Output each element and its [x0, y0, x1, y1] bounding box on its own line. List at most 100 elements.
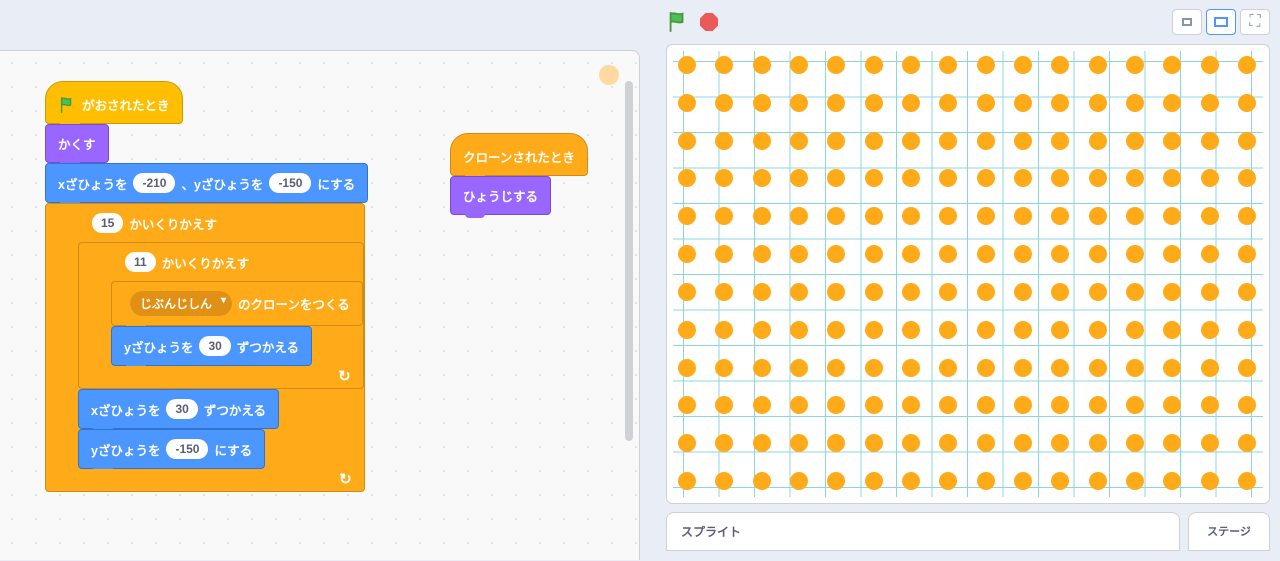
stage-dot	[977, 94, 995, 112]
input-repeat-outer[interactable]: 15	[92, 213, 123, 233]
stage-dot	[678, 207, 696, 225]
stage-dot	[715, 132, 733, 150]
sprite-info-panel[interactable]: スプライト	[666, 512, 1180, 551]
loop-end-icon	[46, 469, 364, 491]
stage-dot	[1014, 94, 1032, 112]
stage-dot	[827, 283, 845, 301]
stage-selector[interactable]: ステージ	[1188, 512, 1270, 551]
stage-dot	[1238, 472, 1256, 490]
stage-dot	[790, 283, 808, 301]
stage-dot	[865, 321, 883, 339]
stage-dot	[753, 56, 771, 74]
input-change-y[interactable]: 30	[199, 336, 230, 356]
fullscreen-button[interactable]: ⛶	[1240, 9, 1270, 35]
stage-dot	[715, 472, 733, 490]
stage-dot	[902, 321, 920, 339]
block-hide[interactable]: かくす	[45, 124, 109, 163]
block-create-clone[interactable]: じぶんじしん のクローンをつくる	[111, 281, 363, 326]
stage-dot	[1089, 321, 1107, 339]
stage-dot	[827, 245, 845, 263]
scripts-workspace[interactable]: がおされたとき かくす xざひょうを -210 、yざひょうを -150 にする	[0, 50, 640, 560]
stage-dot	[1051, 207, 1069, 225]
stage-dot	[1126, 207, 1144, 225]
stage-dot	[827, 321, 845, 339]
sprite-label: スプライト	[681, 525, 741, 539]
stage-dot	[1126, 94, 1144, 112]
stage-dot	[678, 359, 696, 377]
stage-dot	[1163, 396, 1181, 414]
stage-dot	[790, 169, 808, 187]
stage-dot	[753, 207, 771, 225]
block-set-y[interactable]: yざひょうを -150 にする	[78, 429, 265, 469]
stage-dot	[939, 321, 957, 339]
stage-dot	[1089, 207, 1107, 225]
input-goto-y[interactable]: -150	[269, 173, 311, 193]
dropdown-clone-target[interactable]: じぶんじしん	[130, 291, 232, 316]
stage-dot	[977, 56, 995, 74]
block-show[interactable]: ひょうじする	[450, 176, 551, 215]
stage-dot	[790, 132, 808, 150]
stage-dot	[902, 434, 920, 452]
small-stage-button[interactable]	[1172, 9, 1202, 35]
stage-dot	[715, 245, 733, 263]
stage-dot	[1051, 321, 1069, 339]
stage-dot	[902, 169, 920, 187]
stage-dot	[1201, 472, 1219, 490]
stage-dot	[1051, 472, 1069, 490]
small-stage-icon	[1182, 18, 1192, 26]
stage-dot	[1126, 434, 1144, 452]
stage-dot	[939, 94, 957, 112]
stage-dot	[1163, 132, 1181, 150]
stage-dot	[1126, 56, 1144, 74]
stage-dot	[1014, 434, 1032, 452]
stage-dot	[1163, 472, 1181, 490]
stage-dot	[865, 283, 883, 301]
input-set-y[interactable]: -150	[166, 439, 208, 459]
input-repeat-inner[interactable]: 11	[125, 252, 156, 272]
block-repeat-outer[interactable]: 15 かいくりかえす 11 かいくりかえす	[45, 203, 365, 492]
stage-dot	[715, 321, 733, 339]
stage-dot	[790, 396, 808, 414]
stage-dot	[1126, 321, 1144, 339]
stage-dot	[1201, 132, 1219, 150]
script-stack-2[interactable]: クローンされたとき ひょうじする	[450, 133, 588, 215]
stage-dot	[1201, 56, 1219, 74]
stage-dot	[1201, 94, 1219, 112]
stage-dot	[827, 472, 845, 490]
script-stack-1[interactable]: がおされたとき かくす xざひょうを -210 、yざひょうを -150 にする	[45, 81, 368, 492]
right-pane: ⛶ スプライト ステージ	[650, 0, 1280, 561]
stop-button[interactable]	[700, 13, 718, 31]
loop-end-icon	[79, 366, 363, 388]
stage-dot	[1089, 359, 1107, 377]
stage-dot	[753, 472, 771, 490]
stage-dot	[939, 283, 957, 301]
green-flag-button[interactable]	[666, 11, 688, 33]
stage-area[interactable]	[666, 44, 1270, 504]
stage-dot	[1126, 132, 1144, 150]
input-goto-x[interactable]: -210	[133, 173, 175, 193]
stage-dot	[1089, 472, 1107, 490]
stage-dot	[1238, 94, 1256, 112]
hat-when-cloned[interactable]: クローンされたとき	[450, 133, 588, 176]
stage-dot	[1089, 434, 1107, 452]
stage-dot	[753, 359, 771, 377]
block-change-y[interactable]: yざひょうを 30 ずつかえる	[111, 326, 312, 366]
stage-dot	[790, 359, 808, 377]
stage-dot	[827, 169, 845, 187]
block-goto-xy[interactable]: xざひょうを -210 、yざひょうを -150 にする	[45, 163, 368, 203]
stage-dot	[715, 169, 733, 187]
stage-dot	[902, 472, 920, 490]
block-repeat-inner[interactable]: 11 かいくりかえす じぶんじしん のクローンをつくる	[78, 242, 364, 389]
stage-dot	[1238, 321, 1256, 339]
stage-dot	[1163, 94, 1181, 112]
stage-dot	[827, 359, 845, 377]
stage-dot	[939, 207, 957, 225]
stage-dot	[865, 56, 883, 74]
input-change-x[interactable]: 30	[166, 399, 197, 419]
stage-dot	[1238, 169, 1256, 187]
block-change-x[interactable]: xざひょうを 30 ずつかえる	[78, 389, 279, 429]
stage-dot	[865, 245, 883, 263]
large-stage-button[interactable]	[1206, 9, 1236, 35]
hat-when-flag-clicked[interactable]: がおされたとき	[45, 81, 183, 124]
stage-dot	[678, 245, 696, 263]
